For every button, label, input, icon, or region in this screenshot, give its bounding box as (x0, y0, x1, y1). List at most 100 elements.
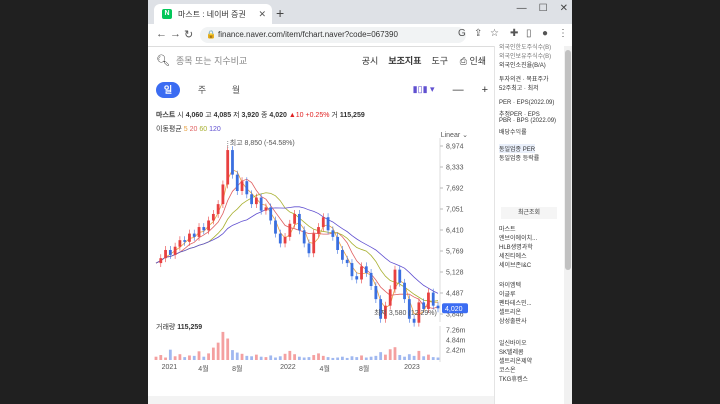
recent-item[interactable]: 삼성출판사 (499, 316, 527, 325)
back-icon[interactable]: ← (156, 28, 167, 40)
volume-bar (154, 356, 158, 360)
x-tick-label: 8월 (359, 366, 370, 373)
candle-body (235, 174, 239, 192)
disclosure-link[interactable]: 공시 (362, 54, 379, 67)
recent-item[interactable]: 셀트리온 (499, 307, 521, 316)
sidebar-sector-item: 동일업종 등락률 (499, 156, 540, 162)
menu-icon[interactable]: ⋮ (558, 28, 568, 39)
volume-bar (360, 355, 363, 360)
volume-bar (278, 356, 282, 360)
recent-item[interactable]: 일신바이오 (499, 338, 527, 347)
minimize-icon[interactable]: — (517, 3, 527, 14)
volume-bar (331, 357, 335, 360)
recent-item[interactable]: 엔브이에이치... (499, 233, 537, 242)
volume-bar (221, 331, 225, 360)
chart-tools: ▮▯▮ ▾ — + (413, 84, 488, 96)
new-tab-icon[interactable]: + (276, 5, 284, 21)
url-input[interactable]: 🔒 finance.naver.com/item/fchart.naver?co… (200, 27, 466, 43)
scroll-thumb[interactable] (565, 50, 571, 270)
recent-item[interactable]: 세진티에스 (499, 251, 527, 260)
volume-bar (398, 355, 402, 360)
recent-item[interactable]: 마스트 (499, 224, 516, 233)
indicator-link[interactable]: 보조지표 (388, 54, 421, 67)
recent-item[interactable]: 셀트리온제약 (499, 356, 532, 365)
tab-close-icon[interactable]: ✕ (258, 9, 266, 20)
profile-avatar[interactable]: ● (542, 28, 548, 39)
ma-120[interactable]: 120 (209, 126, 221, 133)
volume-bar (164, 357, 167, 360)
candle-body (159, 258, 163, 264)
volume-bar (369, 356, 373, 360)
volume-bar (288, 350, 292, 360)
right-info-sidebar: 외국인한도주식수(B) 외국인보유주식수(B) 외국인소진율(B/A) 투자의견 · … (494, 45, 565, 404)
recent-item[interactable]: TKG휴켐스 (499, 374, 528, 383)
volume-chart[interactable]: 7.26m 4.84m 2.42m (148, 326, 494, 366)
print-button[interactable]: ⎙ 인쇄 (460, 54, 486, 67)
zoom-in-icon[interactable]: + (482, 84, 488, 96)
sidebar-opinion-item: 52주최고 · 최저 (499, 86, 539, 92)
recent-item[interactable]: 와이엠텍 (499, 280, 521, 289)
url-text: finance.naver.com/item/fchart.naver?code… (218, 30, 398, 39)
recent-item[interactable]: 코스온 (499, 365, 516, 374)
volume-bar (297, 356, 301, 360)
naver-favicon: N (162, 9, 172, 19)
vertical-scrollbar[interactable] (564, 46, 572, 404)
extensions-icon[interactable]: ✚ (510, 28, 518, 39)
candle-body (178, 240, 182, 247)
compare-search[interactable]: 🔍︎ 종목 또는 지수비교 (156, 54, 247, 67)
volume-bar (388, 349, 392, 360)
volume-bar (422, 356, 426, 360)
volume-bar (250, 356, 253, 360)
recent-item[interactable]: HLB생명과학 (499, 242, 533, 251)
candle-body (350, 263, 354, 277)
search-placeholder: 종목 또는 지수비교 (175, 56, 248, 66)
recent-item[interactable]: 세이브존I&C (499, 260, 531, 269)
candle-type-icon[interactable]: ▮▯▮ ▾ (413, 84, 435, 96)
candle-body (288, 223, 292, 237)
desktop-right (572, 0, 720, 404)
candle-body (173, 246, 177, 255)
recent-item[interactable]: SK텔레콤 (499, 347, 524, 356)
recent-item[interactable]: 펜타테스민... (499, 298, 532, 307)
zoom-out-icon[interactable]: — (453, 84, 464, 96)
volume-label: 거 (331, 112, 338, 119)
volume-bar (159, 355, 163, 360)
share-icon[interactable]: ⇪ (474, 28, 482, 39)
window-close-icon[interactable]: ✕ (560, 3, 568, 14)
low-value: 3,920 (241, 112, 259, 119)
reload-icon[interactable]: ↻ (184, 28, 193, 41)
sidebar-foreign-item: 외국인보유주식수(B) (499, 54, 552, 60)
tools-link[interactable]: 도구 (431, 54, 448, 67)
horizontal-scrollbar[interactable] (148, 396, 494, 404)
candle-body (312, 233, 316, 254)
volume-bar (173, 356, 177, 360)
ma-5[interactable]: 5 (184, 126, 188, 133)
sidebar-foreign-item: 외국인소진율(B/A) (499, 63, 546, 69)
tab-daily[interactable]: 일 (156, 82, 180, 98)
volume-bar (207, 353, 210, 360)
volume-bar (345, 357, 349, 360)
google-icon[interactable]: G (458, 28, 466, 39)
tab-weekly[interactable]: 주 (190, 82, 214, 98)
candle-body (331, 230, 335, 237)
y-tick-label: 7,051 (446, 207, 464, 214)
volume-value: 115,259 (339, 112, 365, 119)
browser-tab[interactable]: N 마스트 : 네이버 증권 ✕ (154, 4, 272, 24)
ma-20[interactable]: 20 (190, 126, 198, 133)
maximize-icon[interactable]: ☐ (539, 3, 548, 14)
recent-item[interactable]: 이글루 (499, 289, 516, 298)
y-tick-label: 5,128 (446, 270, 464, 277)
ma-line-0 (155, 169, 439, 316)
candle-body (321, 217, 325, 228)
volume-bar (417, 350, 421, 360)
forward-icon[interactable]: → (170, 28, 181, 40)
sidepanel-icon[interactable]: ▯ (526, 28, 532, 39)
bookmark-star-icon[interactable]: ☆ (490, 28, 499, 39)
candle-body (207, 220, 210, 231)
ma-60[interactable]: 60 (199, 126, 207, 133)
y-tick-label: 5,769 (446, 249, 464, 256)
moving-average-legend: 이동평균 5 20 60 120 (156, 124, 221, 134)
volume-bar (192, 355, 196, 360)
sidebar-foreign-item: 외국인한도주식수(B) (499, 45, 552, 51)
tab-monthly[interactable]: 월 (224, 82, 248, 98)
